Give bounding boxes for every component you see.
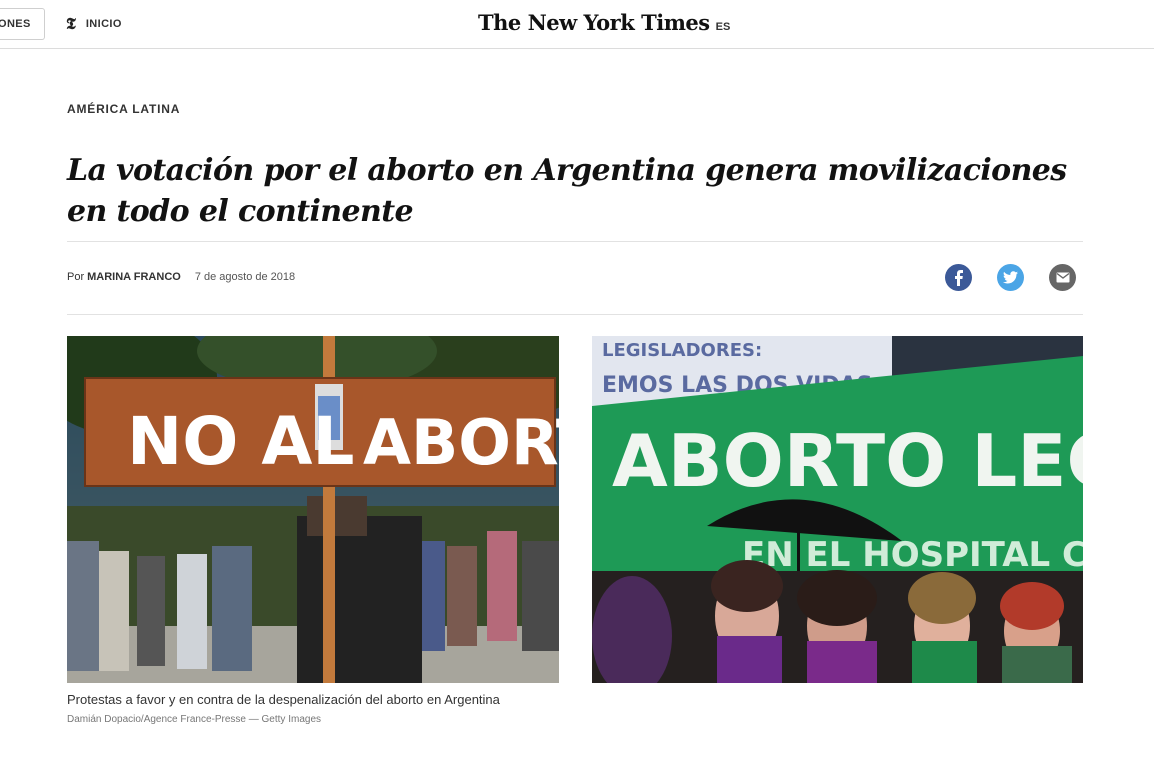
top-bar: ONES 𝕿 INICIO The New York Times ES xyxy=(0,0,1154,49)
twitter-share-button[interactable] xyxy=(997,264,1024,291)
byline: Por MARINA FRANCO 7 de agosto de 2018 xyxy=(67,271,295,283)
publish-date: 7 de agosto de 2018 xyxy=(194,271,296,283)
svg-text:EN EL HOSPITAL CUANDO: EN EL HOSPITAL CUANDO xyxy=(742,535,1083,575)
photo-credit: Damián Dopacio/Agence France-Presse — Ge… xyxy=(67,714,321,725)
svg-text:ABORTO: ABORTO xyxy=(363,406,559,479)
facebook-share-button[interactable] xyxy=(945,264,972,291)
email-icon xyxy=(1056,272,1069,283)
masthead[interactable]: The New York Times ES xyxy=(478,10,730,38)
home-label: INICIO xyxy=(85,18,122,30)
author-link[interactable]: MARINA FRANCO xyxy=(87,271,181,283)
sections-button[interactable]: ONES xyxy=(0,8,45,40)
facebook-icon xyxy=(954,269,963,286)
twitter-icon xyxy=(1003,271,1018,284)
home-link[interactable]: 𝕿 INICIO xyxy=(66,14,122,34)
share-tools xyxy=(945,264,1076,291)
byline-prefix: Por xyxy=(67,271,85,283)
svg-text:NO AL: NO AL xyxy=(127,403,354,480)
protest-photo-left: NO AL ABORTO xyxy=(67,336,559,683)
svg-text:ABORTO LEGAL: ABORTO LEGAL xyxy=(612,419,1083,503)
section-kicker[interactable]: AMÉRICA LATINA xyxy=(67,102,180,116)
page-title: La votación por el aborto en Argentina g… xyxy=(67,153,1067,229)
photo-pro-choice-protest[interactable]: LEGISLADORES: EMOS LAS DOS VIDAS ABORTO … xyxy=(592,336,1083,683)
protest-photo-right: LEGISLADORES: EMOS LAS DOS VIDAS ABORTO … xyxy=(592,336,1083,683)
divider xyxy=(67,314,1083,315)
nyt-logo: The New York Times xyxy=(478,10,710,35)
divider xyxy=(67,241,1083,242)
photo-anti-abortion-protest[interactable]: NO AL ABORTO xyxy=(67,336,559,683)
nyt-t-icon: 𝕿 xyxy=(66,14,76,33)
language-label: ES xyxy=(715,21,731,33)
svg-text:LEGISLADORES:: LEGISLADORES: xyxy=(602,340,762,361)
photo-caption: Protestas a favor y en contra de la desp… xyxy=(67,692,500,707)
email-share-button[interactable] xyxy=(1049,264,1076,291)
